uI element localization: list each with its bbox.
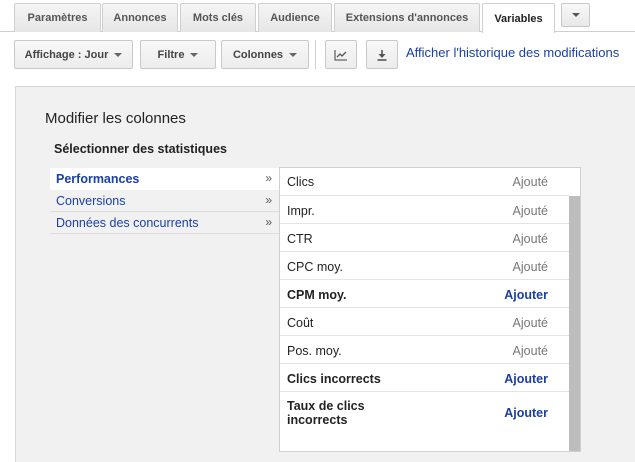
variables-page: Paramètres Annonces Mots clés Audience E… xyxy=(0,0,635,462)
category-performances[interactable]: Performances » xyxy=(50,168,279,190)
metric-row-clics: Clics Ajouté xyxy=(280,168,569,196)
filter-dropdown-label: Filtre xyxy=(157,48,185,61)
metric-name: CTR xyxy=(287,232,313,246)
filter-dropdown[interactable]: Filtre xyxy=(140,40,216,69)
metric-row-cout: Coût Ajouté xyxy=(280,308,569,336)
more-tabs-button[interactable] xyxy=(561,3,590,27)
columns-dropdown[interactable]: Colonnes xyxy=(221,40,309,69)
tab-variables[interactable]: Variables xyxy=(482,3,555,33)
metric-status-added: Ajouté xyxy=(512,204,548,218)
metric-status-added: Ajouté xyxy=(512,316,548,330)
download-icon xyxy=(377,49,387,61)
display-dropdown-label: Affichage : Jour xyxy=(24,48,109,61)
add-metric-button[interactable]: Ajouter xyxy=(504,372,548,386)
metric-name: Taux de clics incorrects xyxy=(287,399,365,427)
scrollbar[interactable] xyxy=(569,196,580,451)
display-dropdown[interactable]: Affichage : Jour xyxy=(14,40,133,69)
metric-name: Pos. moy. xyxy=(287,344,342,358)
tab-parametres[interactable]: Paramètres xyxy=(14,3,101,32)
metric-row-clics-incorrects: Clics incorrects Ajouter xyxy=(280,364,569,392)
change-history-link[interactable]: Afficher l'historique des modifications xyxy=(406,45,619,60)
metric-row-impr: Impr. Ajouté xyxy=(280,196,569,224)
tab-mots-cles[interactable]: Mots clés xyxy=(180,3,256,32)
metric-row-cpc: CPC moy. Ajouté xyxy=(280,252,569,280)
double-chevron-right-icon: » xyxy=(265,171,272,185)
chevron-down-icon xyxy=(190,52,199,57)
add-metric-button[interactable]: Ajouter xyxy=(504,288,548,302)
metrics-list: Clics Ajouté Impr. Ajouté CTR Ajouté CPC… xyxy=(279,167,581,452)
chevron-down-icon xyxy=(571,13,580,17)
metric-status-added: Ajouté xyxy=(512,175,548,189)
double-chevron-right-icon: » xyxy=(265,215,272,229)
tab-extensions-annonces[interactable]: Extensions d'annonces xyxy=(334,3,480,32)
metric-name: Clics incorrects xyxy=(287,372,381,386)
add-metric-button[interactable]: Ajouter xyxy=(504,406,548,420)
tab-annonces[interactable]: Annonces xyxy=(102,3,178,32)
chart-button[interactable] xyxy=(325,40,357,69)
metric-name: Clics xyxy=(287,175,315,189)
category-label: Données des concurrents xyxy=(56,215,199,230)
metric-row-pos-moy: Pos. moy. Ajouté xyxy=(280,336,569,364)
metric-name: CPM moy. xyxy=(287,288,347,302)
category-label: Performances xyxy=(56,172,140,186)
category-label: Conversions xyxy=(56,193,126,208)
category-donnees-concurrents[interactable]: Données des concurrents » xyxy=(50,212,279,234)
metric-name: CPC moy. xyxy=(287,260,344,274)
chevron-down-icon xyxy=(289,52,298,57)
columns-dropdown-label: Colonnes xyxy=(232,48,284,61)
metric-name: Impr. xyxy=(287,204,315,218)
line-chart-icon xyxy=(334,49,347,61)
metric-status-added: Ajouté xyxy=(512,232,548,246)
toolbar-separator xyxy=(315,40,316,69)
metric-status-added: Ajouté xyxy=(512,344,548,358)
tab-bar: Paramètres Annonces Mots clés Audience E… xyxy=(0,0,635,33)
metric-row-ctr: CTR Ajouté xyxy=(280,224,569,252)
panel-title: Modifier les colonnes xyxy=(45,110,186,127)
metric-status-added: Ajouté xyxy=(512,260,548,274)
tab-audience[interactable]: Audience xyxy=(258,3,332,32)
metric-row-taux-clics-incorrects: Taux de clics incorrects Ajouter xyxy=(280,392,569,437)
double-chevron-right-icon: » xyxy=(265,193,272,207)
panel-subtitle: Sélectionner des statistiques xyxy=(54,142,227,156)
metric-row-cpm: CPM moy. Ajouter xyxy=(280,280,569,308)
metric-name: Coût xyxy=(287,316,314,330)
download-button[interactable] xyxy=(366,40,398,69)
chevron-down-icon xyxy=(114,52,123,57)
category-conversions[interactable]: Conversions » xyxy=(50,190,279,212)
